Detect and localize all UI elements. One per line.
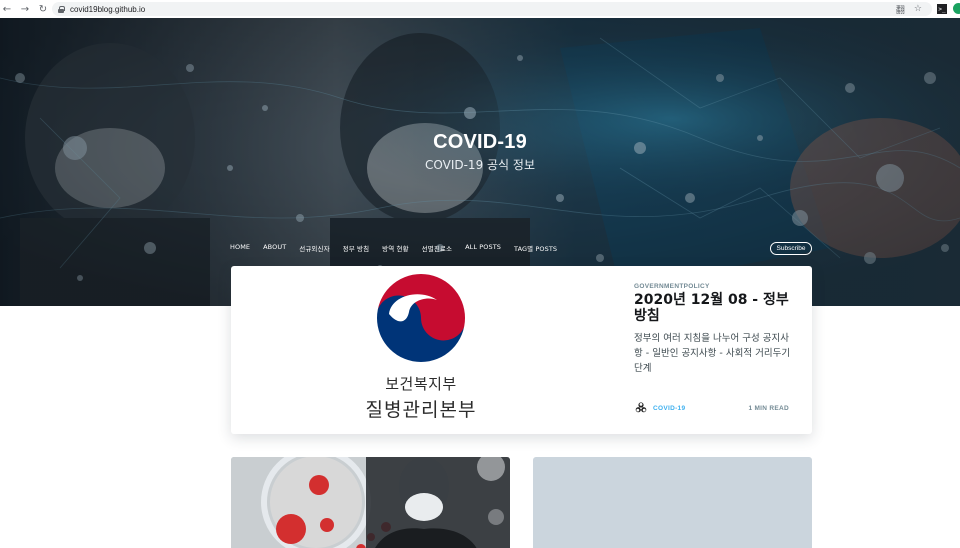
site-description: COVID-19 공식 정보	[425, 158, 535, 172]
terminal-extension-icon[interactable]: >_	[937, 4, 947, 14]
site-nav: HOME ABOUT 선규외신자 정부 방침 방역 현황 선별진료소 ALL P…	[230, 243, 570, 253]
extension-icon[interactable]	[953, 3, 960, 14]
nav-item-all-posts[interactable]: ALL POSTS	[465, 243, 501, 253]
nav-item-government-policy[interactable]: 정부 방침	[343, 243, 370, 253]
star-icon[interactable]: ☆	[914, 4, 922, 14]
post-card[interactable]	[533, 457, 812, 548]
featured-post-image[interactable]: 보건복지부 질병관리본부	[231, 266, 611, 434]
post-excerpt[interactable]: 정부의 여러 지침을 나누어 구성 공지사항 - 일반인 공지사항 - 사회적 …	[634, 331, 796, 376]
reading-time: 1 MIN READ	[748, 405, 789, 412]
post-card-image	[231, 457, 510, 548]
site-header: COVID-19 COVID-19 공식 정보 HOME ABOUT 선규외신자…	[0, 18, 960, 306]
nav-item-new-cases[interactable]: 선규외신자	[299, 243, 329, 253]
biohazard-avatar-icon[interactable]	[634, 401, 648, 415]
browser-toolbar: ← → ↻ covid19blog.github.io 翻 ☆ >_	[0, 0, 960, 18]
author-name[interactable]: COVID-19	[653, 405, 685, 412]
agency-name: 질병관리본부	[365, 399, 477, 421]
nav-item-about[interactable]: ABOUT	[263, 243, 286, 253]
featured-post-content: GOVERNMENTPOLICY 2020년 12월 08 - 정부 방침 정부…	[634, 266, 799, 434]
featured-post-card[interactable]: 보건복지부 질병관리본부 GOVERNMENTPOLICY 2020년 12월 …	[231, 266, 812, 434]
reload-icon[interactable]: ↻	[36, 0, 50, 18]
ministry-name: 보건복지부	[385, 375, 457, 393]
lock-icon	[58, 5, 65, 13]
post-tag[interactable]: GOVERNMENTPOLICY	[634, 283, 710, 290]
nav-item-home[interactable]: HOME	[230, 243, 250, 253]
address-bar[interactable]: covid19blog.github.io 翻 ☆	[52, 2, 932, 16]
nav-item-screening-clinic[interactable]: 선별진료소	[422, 243, 452, 253]
post-card[interactable]	[231, 457, 510, 548]
nav-item-quarantine-status[interactable]: 방역 현황	[382, 243, 409, 253]
site-title[interactable]: COVID-19	[0, 131, 960, 154]
translate-icon[interactable]: 翻	[896, 3, 905, 16]
nav-item-tag-posts[interactable]: TAG별 POSTS	[514, 243, 557, 253]
post-card-image-placeholder	[533, 457, 812, 548]
back-icon[interactable]: ←	[0, 0, 14, 18]
forward-icon[interactable]: →	[18, 0, 32, 18]
post-title[interactable]: 2020년 12월 08 - 정부 방침	[634, 292, 799, 324]
url-text[interactable]: covid19blog.github.io	[70, 5, 145, 14]
subscribe-button[interactable]: Subscribe	[770, 242, 812, 255]
